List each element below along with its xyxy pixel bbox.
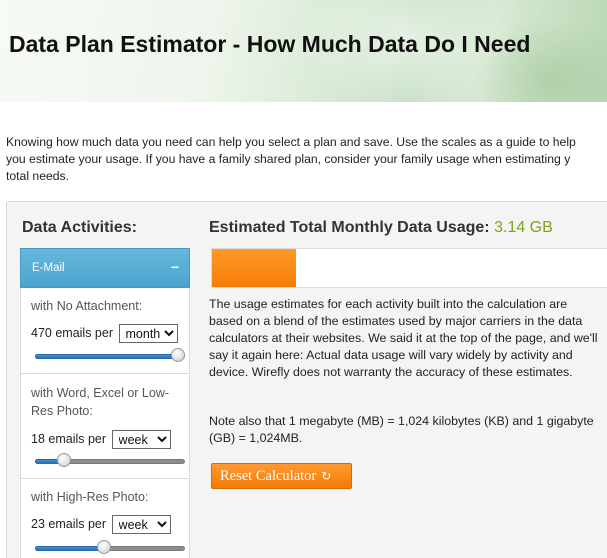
- period-select[interactable]: monthweekday: [118, 324, 178, 343]
- email-category-header[interactable]: E-Mail −: [20, 248, 190, 288]
- email-activities-panel: with No Attachment: 470 emails per month…: [20, 288, 190, 558]
- activity-quantity: 23 emails per monthweekday: [31, 515, 171, 534]
- intro-text: Knowing how much data you need can help …: [6, 134, 607, 185]
- slider-handle[interactable]: [97, 540, 111, 554]
- period-select[interactable]: monthweekday: [111, 430, 171, 449]
- period-select[interactable]: monthweekday: [111, 515, 171, 534]
- activity-divider: [21, 478, 189, 479]
- activity-description: with Word, Excel or Low-Res Photo:: [31, 386, 170, 418]
- intro-line: total needs.: [6, 169, 70, 183]
- email-unit: emails per: [48, 431, 107, 446]
- usage-meter-fill: [212, 249, 296, 287]
- activity-slider[interactable]: [35, 540, 187, 554]
- intro-line: you estimate your usage. If you have a f…: [6, 152, 571, 166]
- activity-divider: [21, 373, 189, 374]
- unit-conversion-note: Note also that 1 megabyte (MB) = 1,024 k…: [209, 414, 594, 445]
- email-category-label: E-Mail: [32, 262, 65, 274]
- reset-calculator-button[interactable]: Reset Calculator ↻: [211, 463, 352, 489]
- usage-meter: [211, 248, 607, 288]
- minus-icon[interactable]: −: [171, 259, 179, 275]
- activity-quantity: 18 emails per monthweekday: [31, 430, 171, 449]
- total-usage-value: 3.14 GB: [494, 219, 553, 236]
- refresh-icon: ↻: [321, 469, 332, 483]
- email-count: 470: [31, 325, 52, 340]
- activity-description: with High-Res Photo:: [31, 490, 149, 504]
- page-header: Data Plan Estimator - How Much Data Do I…: [0, 0, 607, 102]
- estimate-disclaimer: The usage estimates for each activity bu…: [209, 297, 598, 379]
- activity-description: with No Attachment:: [31, 299, 143, 313]
- email-count: 23: [31, 516, 45, 531]
- activity-slider[interactable]: [35, 348, 187, 362]
- activity-slider[interactable]: [35, 453, 187, 467]
- page-title: Data Plan Estimator - How Much Data Do I…: [9, 31, 531, 57]
- intro-line: Knowing how much data you need can help …: [6, 135, 576, 149]
- activity-quantity: 470 emails per monthweekday: [31, 324, 178, 343]
- total-usage-heading: Estimated Total Monthly Data Usage: 3.14…: [209, 219, 553, 237]
- slider-fill: [35, 354, 178, 359]
- slider-handle[interactable]: [171, 348, 185, 362]
- reset-calculator-label: Reset Calculator: [220, 467, 317, 484]
- email-count: 18: [31, 431, 45, 446]
- email-unit: emails per: [48, 516, 107, 531]
- slider-handle[interactable]: [57, 453, 71, 467]
- slider-fill: [35, 546, 104, 551]
- activities-heading: Data Activities:: [22, 219, 137, 236]
- data-calculator: Data Activities: E-Mail − with No Attach…: [6, 201, 607, 558]
- total-usage-label: Estimated Total Monthly Data Usage:: [209, 219, 490, 236]
- email-unit: emails per: [55, 325, 114, 340]
